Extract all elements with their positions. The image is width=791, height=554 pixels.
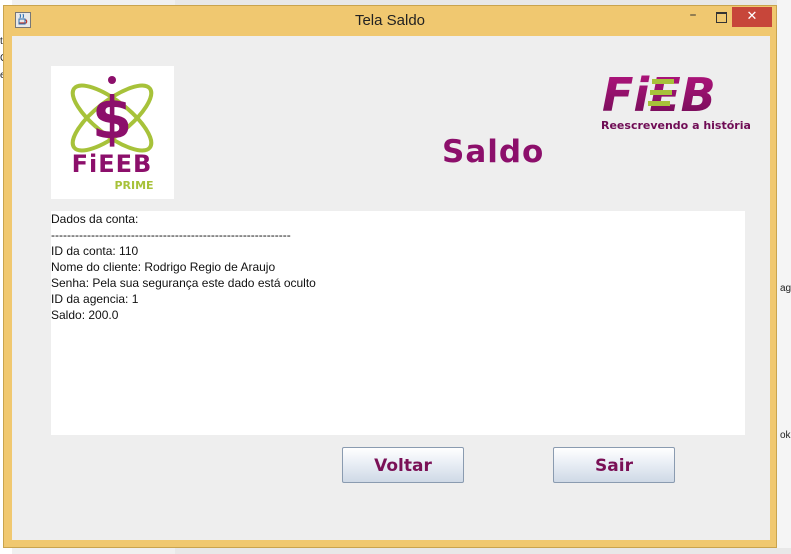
info-nome-cliente: Nome do cliente: Rodrigo Regio de Araujo — [51, 260, 276, 274]
logo-left-sub: PRIME — [114, 179, 153, 192]
close-button[interactable]: ✕ — [732, 7, 772, 27]
saldo-window: Tela Saldo – ✕ $ FiEEB PRIME Reescrevend… — [3, 5, 777, 548]
title-bar[interactable]: Tela Saldo – ✕ — [4, 6, 776, 36]
logo-right-tagline: Reescrevendo a história — [601, 119, 750, 132]
logo-left-brand: FiEEB — [72, 150, 153, 178]
fieb-logo: FiEB Reescrevendo a história — [600, 66, 751, 132]
info-senha: Senha: Pela sua segurança este dado está… — [51, 276, 316, 290]
fieeb-prime-logo: $ FiEEB PRIME — [51, 66, 174, 199]
info-heading: Dados da conta: — [51, 212, 139, 226]
sair-button[interactable]: Sair — [553, 447, 675, 483]
svg-text:$: $ — [92, 84, 132, 152]
info-separator: ----------------------------------------… — [51, 228, 291, 242]
background-bottom-strip — [175, 548, 791, 554]
page-title: Saldo — [442, 134, 545, 170]
background-text-fragment: ag — [780, 283, 791, 294]
window-title: Tela Saldo — [354, 12, 426, 29]
maximize-button[interactable] — [708, 7, 734, 27]
background-text-fragment: ok — [780, 430, 791, 441]
voltar-button[interactable]: Voltar — [342, 447, 464, 483]
background-right-edge — [777, 0, 791, 554]
info-id-conta: ID da conta: 110 — [51, 244, 139, 258]
minimize-button[interactable]: – — [680, 7, 706, 27]
info-id-agencia: ID da agencia: 1 — [51, 292, 139, 306]
info-saldo: Saldo: 200.0 — [51, 308, 119, 322]
account-info-panel: Dados da conta: ------------------------… — [51, 211, 745, 435]
maximize-icon — [715, 12, 727, 23]
client-area: $ FiEEB PRIME FiEB Reescrevendo a histór… — [12, 36, 770, 540]
